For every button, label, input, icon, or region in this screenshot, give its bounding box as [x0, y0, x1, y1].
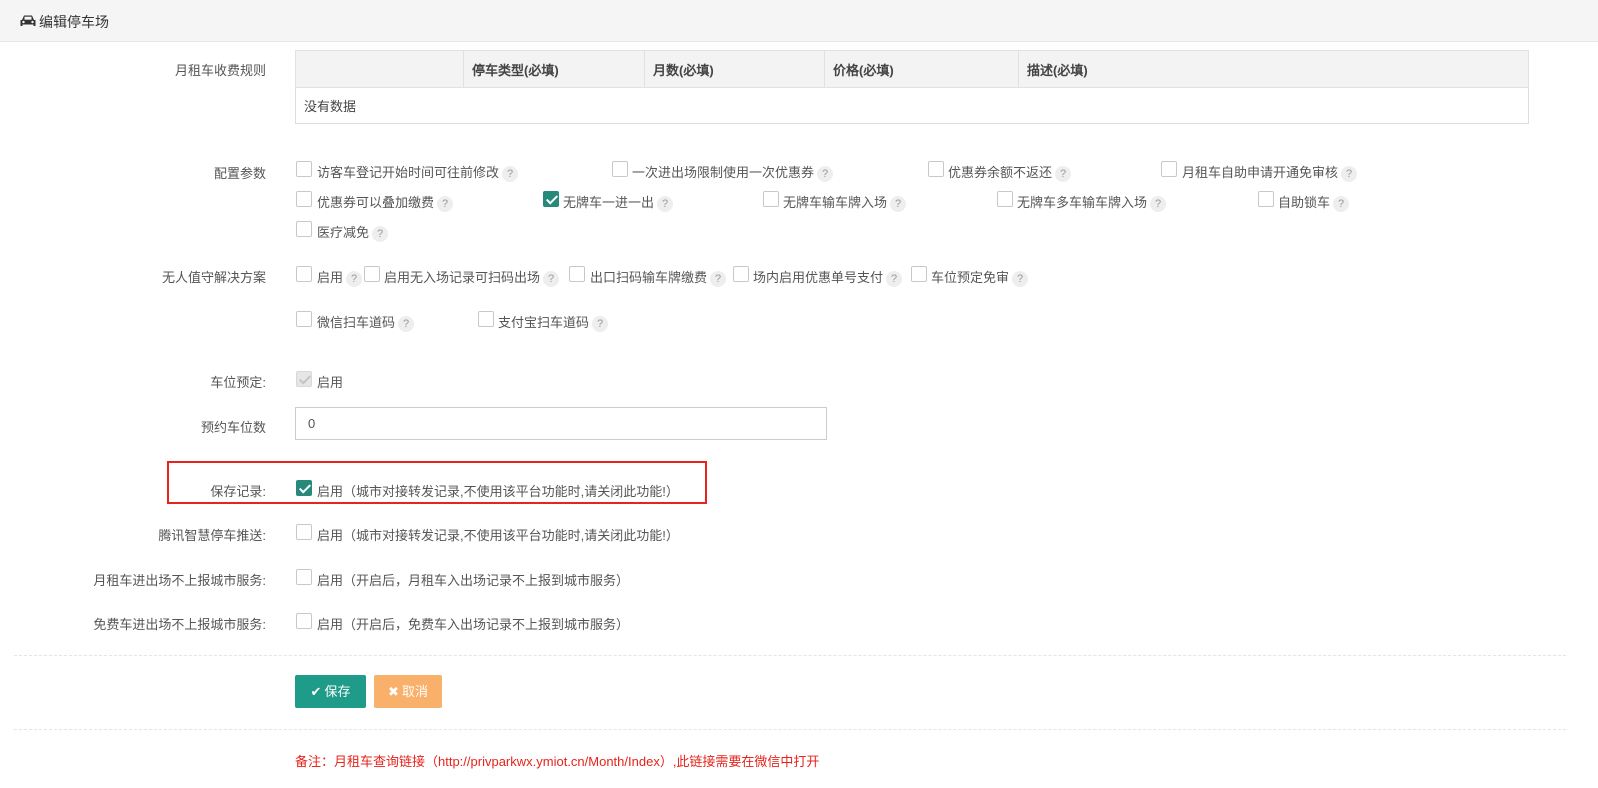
column-header: 停车类型(必填): [463, 50, 645, 88]
help-icon[interactable]: ?: [657, 195, 674, 212]
unattended-checkbox[interactable]: [296, 311, 312, 327]
page-header: 编辑停车场: [0, 0, 1598, 42]
help-icon[interactable]: ?: [543, 270, 560, 287]
config-checkbox[interactable]: [763, 191, 779, 207]
save-record-label: 保存记录:: [210, 484, 266, 499]
column-header: 价格(必填): [824, 50, 1019, 88]
save-record-option: 启用（城市对接转发记录,不使用该平台功能时,请关闭此功能!）: [317, 484, 679, 499]
config-option: 优惠券可以叠加缴费?: [317, 192, 454, 212]
unattended-option: 车位预定免审?: [931, 267, 1029, 287]
column-header: [295, 50, 464, 88]
unattended-option: 启用无入场记录可扫码出场?: [384, 267, 560, 287]
unattended-option: 场内启用优惠单号支付?: [753, 267, 903, 287]
config-option: 月租车自助申请开通免审核?: [1182, 162, 1358, 182]
help-icon[interactable]: ?: [1012, 270, 1029, 287]
help-icon[interactable]: ?: [817, 165, 834, 182]
unattended-checkbox[interactable]: [364, 266, 380, 282]
monthly-rules-label: 月租车收费规则: [174, 63, 266, 78]
reservation-option: 启用: [317, 375, 344, 390]
config-checkbox[interactable]: [543, 191, 559, 207]
config-checkbox[interactable]: [1161, 161, 1177, 177]
tencent-push-label: 腾讯智慧停车推送:: [158, 528, 266, 543]
config-option: 医疗减免?: [317, 222, 389, 242]
divider: [14, 655, 1566, 656]
config-option: 无牌车一进一出?: [563, 192, 674, 212]
monthly-rules-table: 停车类型(必填) 月数(必填) 价格(必填) 描述(必填) 没有数据: [295, 50, 1529, 124]
monthly-no-report-option: 启用（开启后，月租车入出场记录不上报到城市服务）: [317, 573, 630, 588]
help-icon[interactable]: ?: [502, 165, 519, 182]
help-icon[interactable]: ?: [1055, 165, 1072, 182]
page-title: 编辑停车场: [39, 14, 109, 30]
unattended-option: 出口扫码输车牌缴费?: [590, 267, 727, 287]
config-option: 优惠券余额不返还?: [948, 162, 1072, 182]
unattended-checkbox[interactable]: [296, 266, 312, 282]
config-checkbox[interactable]: [612, 161, 628, 177]
remark-note: 备注：月租车查询链接（http://privparkwx.ymiot.cn/Mo…: [295, 754, 820, 769]
divider: [14, 729, 1566, 730]
unattended-option: 支付宝扫车道码?: [498, 312, 609, 332]
config-checkbox[interactable]: [997, 191, 1013, 207]
empty-row: 没有数据: [295, 87, 1529, 124]
column-header: 月数(必填): [644, 50, 825, 88]
save-button[interactable]: ✔ 保存: [295, 675, 366, 708]
unattended-option: 启用?: [317, 267, 363, 287]
config-label: 配置参数: [213, 166, 266, 181]
free-no-report-label: 免费车进出场不上报城市服务:: [93, 617, 266, 632]
config-option: 一次进出场限制使用一次优惠券?: [632, 162, 834, 182]
config-checkbox[interactable]: [296, 221, 312, 237]
config-checkbox[interactable]: [296, 161, 312, 177]
unattended-checkbox[interactable]: [733, 266, 749, 282]
config-option: 无牌车多车输车牌入场?: [1017, 192, 1167, 212]
tencent-push-checkbox[interactable]: [296, 524, 312, 540]
config-checkbox[interactable]: [1258, 191, 1274, 207]
unattended-checkbox[interactable]: [911, 266, 927, 282]
config-option: 无牌车输车牌入场?: [783, 192, 907, 212]
reservation-label: 车位预定:: [210, 375, 266, 390]
help-icon[interactable]: ?: [890, 195, 907, 212]
config-option: 访客车登记开始时间可往前修改?: [317, 162, 519, 182]
free-no-report-checkbox[interactable]: [296, 613, 312, 629]
config-checkbox[interactable]: [296, 191, 312, 207]
config-checkbox[interactable]: [928, 161, 944, 177]
tencent-push-option: 启用（城市对接转发记录,不使用该平台功能时,请关闭此功能!）: [317, 528, 679, 543]
help-icon[interactable]: ?: [1150, 195, 1167, 212]
help-icon[interactable]: ?: [1341, 165, 1358, 182]
help-icon[interactable]: ?: [592, 315, 609, 332]
help-icon[interactable]: ?: [398, 315, 415, 332]
help-icon[interactable]: ?: [710, 270, 727, 287]
help-icon[interactable]: ?: [372, 225, 389, 242]
help-icon[interactable]: ?: [1333, 195, 1350, 212]
monthly-no-report-checkbox[interactable]: [296, 569, 312, 585]
unattended-option: 微信扫车道码?: [317, 312, 415, 332]
config-option: 自助锁车?: [1278, 192, 1350, 212]
help-icon[interactable]: ?: [437, 195, 454, 212]
unattended-checkbox[interactable]: [478, 311, 494, 327]
help-icon[interactable]: ?: [346, 270, 363, 287]
car-icon: [20, 15, 36, 26]
help-icon[interactable]: ?: [886, 270, 903, 287]
reservation-checkbox[interactable]: [296, 371, 312, 387]
reserve-count-label: 预约车位数: [200, 420, 266, 435]
check-icon: ✔: [310, 684, 322, 699]
unattended-checkbox[interactable]: [569, 266, 585, 282]
cancel-button[interactable]: ✖ 取消: [374, 675, 442, 708]
free-no-report-option: 启用（开启后，免费车入出场记录不上报到城市服务）: [317, 617, 630, 632]
reserve-count-input[interactable]: [295, 407, 827, 440]
unattended-label: 无人值守解决方案: [161, 270, 266, 285]
column-header: 描述(必填): [1018, 50, 1529, 88]
close-icon: ✖: [388, 684, 399, 699]
save-record-checkbox[interactable]: [296, 480, 312, 496]
monthly-no-report-label: 月租车进出场不上报城市服务:: [93, 573, 266, 588]
